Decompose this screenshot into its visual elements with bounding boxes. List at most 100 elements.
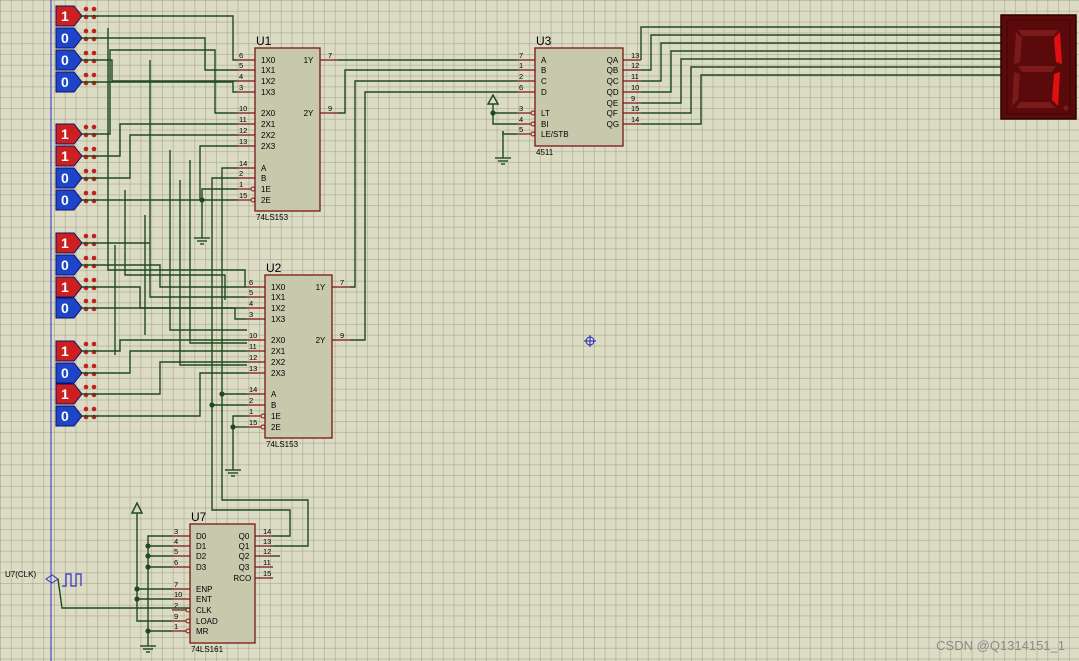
svg-text:2Y: 2Y	[304, 109, 314, 118]
power-symbol-u3	[486, 93, 500, 119]
state-pin-dot	[83, 233, 89, 239]
svg-text:B: B	[261, 174, 266, 183]
svg-text:14: 14	[263, 527, 271, 536]
logic-state-2[interactable]: 0	[55, 27, 100, 49]
chip-u2[interactable]: U2 74LS153 61X051X141X231X3102X0112X1122…	[247, 261, 350, 449]
svg-text:2E: 2E	[261, 196, 271, 205]
u7-title: U7	[191, 510, 207, 524]
svg-text:13: 13	[263, 537, 271, 546]
chip-u3[interactable]: U3 4511 7 A 1 B 2 C 6 D 3 LT 4 BI 5 LE/STB 13 QA 12 QB 11 Q…	[517, 34, 641, 157]
logic-state-5[interactable]: 1	[55, 123, 100, 145]
logic-state-3[interactable]: 0	[55, 49, 100, 71]
chip-u7[interactable]: U7 74LS161 3D04D15D26D37ENP10ENT2CLK9LOA…	[172, 510, 273, 654]
logic-state-value: 0	[61, 30, 69, 46]
segment-a	[1018, 30, 1058, 36]
logic-state-6[interactable]: 1	[55, 145, 100, 167]
svg-text:B: B	[541, 66, 546, 75]
svg-text:7: 7	[328, 51, 332, 60]
logic-state-11[interactable]: 1	[55, 276, 100, 298]
svg-text:14: 14	[631, 115, 639, 124]
svg-text:C: C	[541, 77, 547, 86]
svg-text:3: 3	[249, 310, 253, 319]
logic-state-1[interactable]: 1	[55, 5, 100, 27]
svg-text:7: 7	[519, 51, 523, 60]
state-pin-dot	[83, 341, 89, 347]
svg-text:2E: 2E	[271, 423, 281, 432]
state-pin-dot	[91, 146, 97, 152]
svg-text:15: 15	[631, 104, 639, 113]
ground-symbol-u3	[495, 131, 511, 165]
logic-state-value: 1	[61, 235, 69, 251]
seven-segment-display[interactable]	[1000, 14, 1077, 120]
logic-state-7[interactable]: 0	[55, 167, 100, 189]
svg-text:MR: MR	[196, 627, 209, 636]
svg-text:1: 1	[239, 180, 243, 189]
svg-text:D: D	[541, 88, 547, 97]
state-pin-dot	[83, 255, 89, 261]
logic-state-8[interactable]: 0	[55, 189, 100, 211]
svg-text:2X1: 2X1	[261, 120, 276, 129]
svg-text:6: 6	[519, 83, 523, 92]
segment-g	[1018, 66, 1056, 72]
svg-text:2X2: 2X2	[271, 358, 286, 367]
logic-state-13[interactable]: 1	[55, 340, 100, 362]
state-pin-dot	[83, 190, 89, 196]
state-pin-dot	[91, 168, 97, 174]
logic-state-12[interactable]: 0	[55, 297, 100, 319]
state-pin-dot	[91, 124, 97, 130]
u1-title: U1	[256, 34, 272, 48]
state-pin-dot	[83, 406, 89, 412]
svg-text:4: 4	[519, 115, 523, 124]
svg-text:4: 4	[249, 299, 253, 308]
state-pin-dot	[91, 190, 97, 196]
svg-text:3: 3	[239, 83, 243, 92]
svg-text:QF: QF	[607, 109, 618, 118]
svg-text:5: 5	[519, 125, 523, 134]
state-pin-dot	[83, 124, 89, 130]
state-pin-dot	[83, 363, 89, 369]
logic-state-value: 0	[61, 170, 69, 186]
u2-title: U2	[266, 261, 282, 275]
state-pin-dot	[83, 6, 89, 12]
svg-text:Q1: Q1	[239, 542, 250, 551]
logic-state-10[interactable]: 0	[55, 254, 100, 276]
clock-label: U7(CLK)	[5, 570, 36, 579]
svg-text:QD: QD	[607, 88, 619, 97]
svg-text:12: 12	[631, 61, 639, 70]
state-pin-dot	[83, 28, 89, 34]
state-pin-dot	[91, 255, 97, 261]
svg-text:3: 3	[174, 527, 178, 536]
logic-state-4[interactable]: 0	[55, 71, 100, 93]
svg-text:1X0: 1X0	[271, 283, 286, 292]
state-pin-dot	[83, 277, 89, 283]
svg-text:1X3: 1X3	[261, 88, 276, 97]
svg-text:RCO: RCO	[233, 574, 251, 583]
state-pin-dot	[91, 341, 97, 347]
state-pin-dot	[91, 28, 97, 34]
svg-text:1E: 1E	[271, 412, 281, 421]
logic-state-value: 0	[61, 365, 69, 381]
svg-text:12: 12	[239, 126, 247, 135]
logic-state-9[interactable]: 1	[55, 232, 100, 254]
logic-state-value: 0	[61, 52, 69, 68]
state-pin-dot	[91, 6, 97, 12]
state-pin-dot	[83, 50, 89, 56]
svg-text:9: 9	[631, 94, 635, 103]
svg-text:6: 6	[174, 558, 178, 567]
logic-state-15[interactable]: 1	[55, 383, 100, 405]
logic-state-value: 0	[61, 192, 69, 208]
svg-text:D0: D0	[196, 532, 207, 541]
logic-state-14[interactable]: 0	[55, 362, 100, 384]
logic-state-16[interactable]: 0	[55, 405, 100, 427]
state-pin-dot	[91, 363, 97, 369]
svg-text:2X0: 2X0	[261, 109, 276, 118]
svg-text:10: 10	[631, 83, 639, 92]
state-pin-dot	[91, 406, 97, 412]
svg-text:1X3: 1X3	[271, 315, 286, 324]
svg-text:LE/STB: LE/STB	[541, 130, 569, 139]
svg-text:1Y: 1Y	[304, 56, 314, 65]
svg-text:3: 3	[519, 104, 523, 113]
ground-symbol-u7	[140, 622, 156, 653]
chip-u1[interactable]: U1 74LS153 61X051X141X231X3102X0112X1122…	[237, 34, 338, 222]
svg-text:D1: D1	[196, 542, 207, 551]
